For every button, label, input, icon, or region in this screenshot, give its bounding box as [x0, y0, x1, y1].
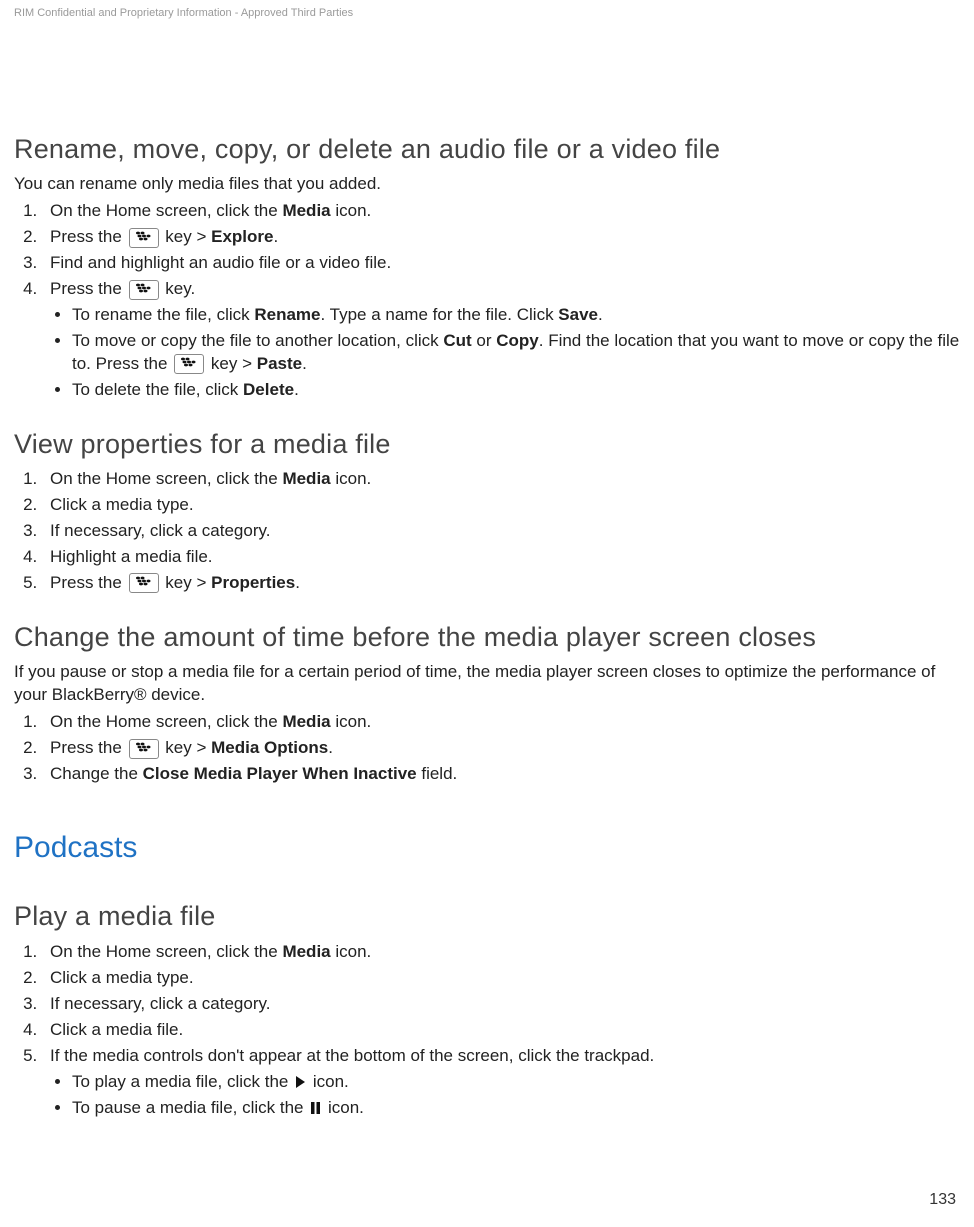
bullet-bold: Rename: [254, 305, 320, 324]
confidential-header: RIM Confidential and Proprietary Informa…: [14, 0, 960, 131]
bullet-text: . Type a name for the file. Click: [321, 305, 559, 324]
blackberry-menu-key-icon: [129, 739, 159, 759]
step-text: Change the: [50, 764, 143, 783]
bullet-text: .: [294, 380, 299, 399]
bullet-text: icon.: [323, 1098, 364, 1117]
steps-list: On the Home screen, click the Media icon…: [14, 941, 960, 1120]
section-title: Change the amount of time before the med…: [14, 619, 960, 655]
list-item: Click a media file.: [42, 1019, 960, 1042]
step-text: key >: [161, 227, 212, 246]
list-item: To move or copy the file to another loca…: [72, 330, 960, 376]
list-item: Press the key. To rename the file, click…: [42, 278, 960, 402]
step-text: Press the: [50, 738, 127, 757]
bullet-bold: Delete: [243, 380, 294, 399]
step-text: key >: [161, 573, 212, 592]
bullet-text: .: [302, 354, 307, 373]
podcasts-heading: Podcasts: [14, 828, 960, 869]
step-bold: Media Options: [211, 738, 328, 757]
step-bold: Properties: [211, 573, 295, 592]
bullet-bold: Cut: [443, 331, 471, 350]
step-text: Press the: [50, 279, 127, 298]
list-item: On the Home screen, click the Media icon…: [42, 200, 960, 223]
list-item: Highlight a media file.: [42, 546, 960, 569]
list-item: If necessary, click a category.: [42, 993, 960, 1016]
bullet-text: To pause a media file, click the: [72, 1098, 308, 1117]
bullet-bold: Paste: [257, 354, 302, 373]
bullet-text: To move or copy the file to another loca…: [72, 331, 443, 350]
step-text: On the Home screen, click the: [50, 201, 282, 220]
step-text: .: [273, 227, 278, 246]
list-item: Press the key > Properties.: [42, 572, 960, 595]
bullet-text: To rename the file, click: [72, 305, 254, 324]
list-item: On the Home screen, click the Media icon…: [42, 468, 960, 491]
list-item: Find and highlight an audio file or a vi…: [42, 252, 960, 275]
step-bold: Media: [282, 942, 330, 961]
steps-list: On the Home screen, click the Media icon…: [14, 711, 960, 786]
list-item: On the Home screen, click the Media icon…: [42, 711, 960, 734]
list-item: If the media controls don't appear at th…: [42, 1045, 960, 1120]
section-play-media: Play a media file On the Home screen, cl…: [14, 898, 960, 1119]
bullet-text: To delete the file, click: [72, 380, 243, 399]
step-text: Press the: [50, 227, 127, 246]
list-item: To delete the file, click Delete.: [72, 379, 960, 402]
list-item: Click a media type.: [42, 967, 960, 990]
list-item: Change the Close Media Player When Inact…: [42, 763, 960, 786]
document-page: RIM Confidential and Proprietary Informa…: [0, 0, 974, 1227]
play-icon: [295, 1075, 306, 1089]
pause-icon: [310, 1101, 321, 1115]
list-item: If necessary, click a category.: [42, 520, 960, 543]
steps-list: On the Home screen, click the Media icon…: [14, 468, 960, 595]
section-rename: Rename, move, copy, or delete an audio f…: [14, 131, 960, 402]
sub-bullets: To rename the file, click Rename. Type a…: [50, 304, 960, 402]
step-bold: Media: [282, 469, 330, 488]
list-item: Press the key > Explore.: [42, 226, 960, 249]
section-title: View properties for a media file: [14, 426, 960, 462]
bullet-bold: Save: [558, 305, 598, 324]
step-text: On the Home screen, click the: [50, 712, 282, 731]
section-view-properties: View properties for a media file On the …: [14, 426, 960, 595]
step-bold: Close Media Player When Inactive: [143, 764, 417, 783]
step-bold: Explore: [211, 227, 273, 246]
section-title: Play a media file: [14, 898, 960, 934]
list-item: To play a media file, click the icon.: [72, 1071, 960, 1094]
list-item: To rename the file, click Rename. Type a…: [72, 304, 960, 327]
bullet-text: icon.: [308, 1072, 349, 1091]
step-bold: Media: [282, 712, 330, 731]
step-text: On the Home screen, click the: [50, 942, 282, 961]
blackberry-menu-key-icon: [174, 354, 204, 374]
blackberry-menu-key-icon: [129, 228, 159, 248]
step-text: .: [328, 738, 333, 757]
bullet-text: .: [598, 305, 603, 324]
step-text: If the media controls don't appear at th…: [50, 1046, 654, 1065]
step-text: icon.: [331, 469, 372, 488]
blackberry-menu-key-icon: [129, 280, 159, 300]
intro-text: You can rename only media files that you…: [14, 173, 960, 196]
step-text: On the Home screen, click the: [50, 469, 282, 488]
step-text: Press the: [50, 573, 127, 592]
page-number: 133: [929, 1189, 956, 1211]
blackberry-menu-key-icon: [129, 573, 159, 593]
section-close-time: Change the amount of time before the med…: [14, 619, 960, 786]
intro-text: If you pause or stop a media file for a …: [14, 661, 960, 707]
bullet-text: key >: [206, 354, 257, 373]
step-text: icon.: [331, 712, 372, 731]
step-text: field.: [417, 764, 458, 783]
step-text: icon.: [331, 942, 372, 961]
list-item: To pause a media file, click the icon.: [72, 1097, 960, 1120]
list-item: Press the key > Media Options.: [42, 737, 960, 760]
bullet-text: To play a media file, click the: [72, 1072, 293, 1091]
section-title: Rename, move, copy, or delete an audio f…: [14, 131, 960, 167]
list-item: On the Home screen, click the Media icon…: [42, 941, 960, 964]
step-text: key.: [161, 279, 196, 298]
list-item: Click a media type.: [42, 494, 960, 517]
steps-list: On the Home screen, click the Media icon…: [14, 200, 960, 402]
step-text: .: [295, 573, 300, 592]
step-text: key >: [161, 738, 212, 757]
step-text: icon.: [331, 201, 372, 220]
bullet-text: or: [472, 331, 497, 350]
step-bold: Media: [282, 201, 330, 220]
bullet-bold: Copy: [496, 331, 539, 350]
sub-bullets: To play a media file, click the icon. To…: [50, 1071, 960, 1120]
